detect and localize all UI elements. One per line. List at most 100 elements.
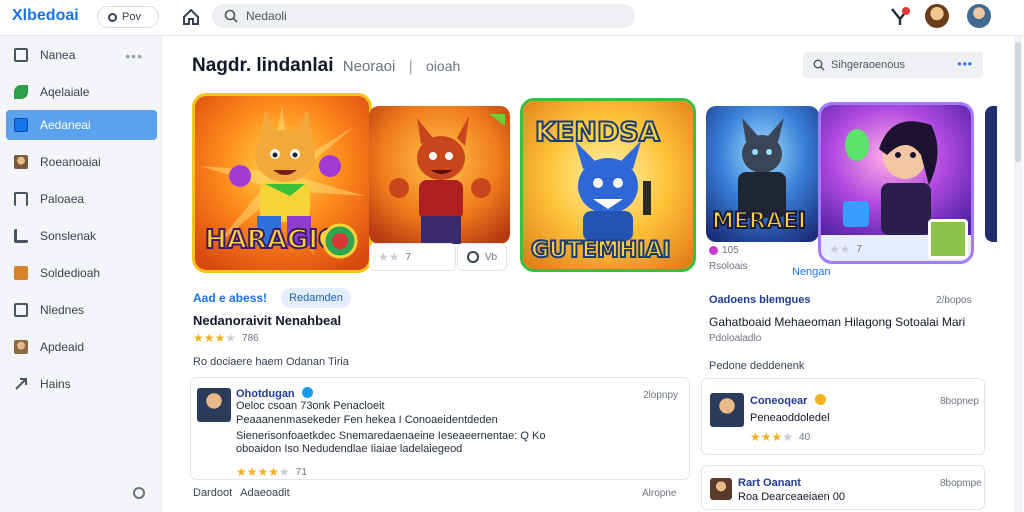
account-pill-label: Pov <box>122 11 141 23</box>
review-card[interactable]: Rart Oanant 8bopmpe Roa Dearceaeiaen 00 <box>701 465 985 510</box>
feature-link[interactable]: Aad e abess! <box>193 291 267 305</box>
feature-chip[interactable]: Redamden <box>281 288 351 308</box>
rating-count: 71 <box>295 466 307 478</box>
filter-label: Sihgeraoenous <box>831 59 906 71</box>
sidebar-item-6[interactable]: Soldedioah <box>6 258 157 288</box>
sidebar-item-7[interactable]: Nlednes <box>6 295 157 325</box>
review-card[interactable]: Ohotdugan 2lopnpy Oeloc csoan 73onk Pena… <box>190 377 690 480</box>
account-pill[interactable]: Pov <box>97 6 159 28</box>
game-card-5[interactable]: ★★ 7 <box>818 102 974 264</box>
sidebar-item-2[interactable]: Aedaneai <box>6 110 157 140</box>
more-icon[interactable]: ••• <box>957 57 973 71</box>
game-card-2[interactable] <box>369 106 510 244</box>
more-icon[interactable]: ••• <box>125 48 143 64</box>
sidebar-item-8[interactable]: Apdeaid <box>6 332 157 362</box>
top-bar: Xlbedoai Pov Nedaoli <box>0 0 1024 36</box>
meta-count: 105 <box>722 245 739 256</box>
game-card-next[interactable] <box>985 106 997 242</box>
review-time: 8bopmpe <box>940 478 982 489</box>
scrollbar-thumb[interactable] <box>1015 42 1021 162</box>
rating-value: 7 <box>856 243 863 255</box>
help-icon[interactable] <box>133 487 145 499</box>
app-name[interactable]: Nedanoraivit Nenahbeal <box>193 313 341 328</box>
review-preview[interactable]: Dardoot Adaeoadit <box>193 487 290 499</box>
rating-count: 786 <box>242 332 259 344</box>
review-text: oboaidon Iso Nedudendlae Iiaiae ladelaie… <box>236 443 463 455</box>
feature-time: 2/bopos <box>936 295 972 306</box>
search-icon <box>224 9 238 23</box>
avatar <box>197 388 231 422</box>
feature-heading[interactable]: Oadoens blemgues <box>709 294 810 306</box>
sidebar-item-label: Nanea <box>40 48 76 62</box>
sidebar-item-3[interactable]: Roeanoaiai <box>6 147 157 177</box>
app-logo[interactable]: Xlbedoai <box>12 7 79 25</box>
sidebar-item-label: Roeanoaiai <box>40 155 101 169</box>
avatar[interactable] <box>925 4 949 28</box>
reviewer-name-text: Ohotdugan <box>236 388 295 400</box>
card-link[interactable]: Nengan <box>792 266 831 278</box>
review-time: 2lopnpy <box>643 390 679 401</box>
review-text: Roa Dearceaeiaen 00 <box>738 491 846 503</box>
card-action[interactable]: Vb <box>457 243 507 271</box>
reviews-heading: Pedone deddenenk <box>709 360 805 372</box>
reviewer-name[interactable]: Rart Oanant <box>738 477 801 489</box>
verified-badge-icon <box>814 394 826 405</box>
notifications-icon[interactable] <box>888 5 912 29</box>
sidebar-item-5[interactable]: Sonslenak <box>6 221 157 251</box>
feature-sub: Pdoloaladlo <box>709 333 762 344</box>
calendar-icon <box>14 266 28 280</box>
rating-stars: ★★★★ <box>193 331 237 345</box>
sidebar-item-label: Soldedioah <box>40 266 101 280</box>
bookmark-icon <box>14 192 28 206</box>
user-avatar[interactable] <box>967 4 991 28</box>
game-card-3[interactable]: KENDSA GUTEMHIAI <box>520 98 696 272</box>
game-art: MERAEI <box>706 106 819 242</box>
reviewer-name: Dardoot <box>193 487 233 499</box>
feature-description: Gahatboaid Mehaeoman Hilagong Sotoalai M… <box>709 315 966 329</box>
card-rating-strip: ★★ 7 <box>369 243 456 271</box>
game-card-4[interactable]: MERAEI <box>706 106 819 242</box>
game-art: KENDSA GUTEMHIAI <box>523 101 693 269</box>
rating-stars: ★★ <box>829 242 851 256</box>
share-icon <box>15 378 27 390</box>
review-text: Sienerisonfoaetkdec Snemaredaenaeine Ies… <box>236 430 546 442</box>
home-icon[interactable] <box>182 8 200 26</box>
scrollbar[interactable] <box>1014 36 1022 512</box>
sidebar-item-label: Paloaea <box>40 192 85 206</box>
news-icon <box>14 303 28 317</box>
user-photo-icon <box>14 340 28 354</box>
install-button[interactable] <box>928 219 968 259</box>
review-card[interactable]: Coneoqear 8bopnep Peneaoddoledel ★★★★ 40 <box>701 378 985 455</box>
folder-icon <box>14 118 28 132</box>
filter-dropdown[interactable]: Sihgeraoenous ••• <box>803 52 983 78</box>
page-title-tertiary[interactable]: oioah <box>426 58 460 74</box>
sidebar-item-0[interactable]: Nanea ••• <box>6 40 157 70</box>
avatar <box>710 478 732 500</box>
svg-text:MERAEI: MERAEI <box>712 209 806 234</box>
page-title: Nagdr. lindanlai Neoraoi | oioah <box>192 55 460 77</box>
page-title-main: Nagdr. lindanlai <box>192 55 334 76</box>
game-art <box>821 105 971 235</box>
leaf-icon <box>14 85 28 99</box>
chart-icon <box>14 229 28 243</box>
search-bar[interactable]: Nedaoli <box>212 4 635 28</box>
page-title-secondary: Neoraoi <box>342 58 396 75</box>
sidebar-item-1[interactable]: Aqelaiale <box>6 77 157 107</box>
game-card-featured[interactable]: HARAGIO <box>192 93 372 273</box>
sidebar-item-label: Sonslenak <box>40 229 97 243</box>
rating-stars: ★★★★ <box>750 430 794 444</box>
verified-badge-icon <box>301 387 313 398</box>
search-input[interactable]: Nedaoli <box>246 9 287 23</box>
avatar <box>710 393 744 427</box>
reviewer-name[interactable]: Ohotdugan <box>236 387 313 400</box>
svg-text:KENDSA: KENDSA <box>535 117 660 148</box>
rating-stars: ★★ <box>378 250 400 264</box>
reviewer-name-text: Coneoqear <box>750 395 808 407</box>
sidebar-item-9[interactable]: Hains <box>6 369 157 399</box>
sidebar-item-4[interactable]: Paloaea <box>6 184 157 214</box>
circle-icon <box>108 12 117 22</box>
grid-icon <box>14 48 28 62</box>
sidebar-item-label: Apdeaid <box>40 340 85 354</box>
reviewer-name[interactable]: Coneoqear <box>750 394 826 407</box>
review-text: Peneaoddoledel <box>750 412 830 424</box>
